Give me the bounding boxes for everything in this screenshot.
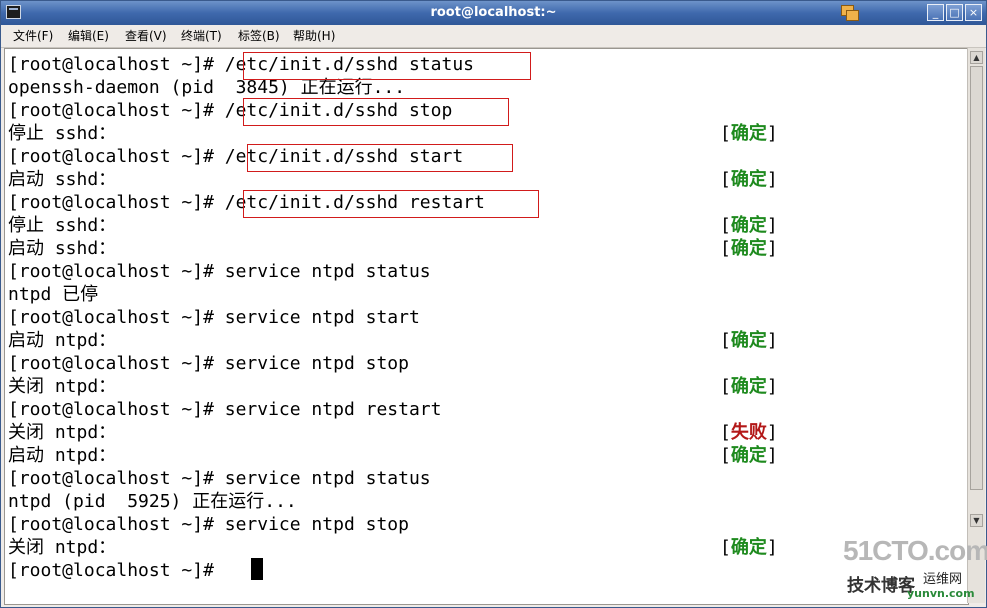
status-bracket: ] (766, 537, 778, 558)
status-text: 确定 (730, 215, 767, 236)
terminal-line: [root@localhost ~]# service ntpd stop (8, 514, 409, 535)
vertical-scrollbar[interactable]: ▲ ▼ (967, 48, 985, 603)
terminal-output[interactable]: [root@localhost ~]# /etc/init.d/sshd sta… (4, 48, 969, 605)
terminal-line: 启动 sshd： (8, 169, 117, 190)
status-bracket: ] (766, 215, 778, 236)
status-bracket: [ (720, 215, 731, 236)
terminal-line: ntpd 已停 (8, 284, 99, 305)
close-icon[interactable]: × (965, 4, 982, 21)
status-bracket: [ (720, 422, 731, 443)
status-badge: [确定] (720, 444, 778, 467)
status-bracket: [ (720, 238, 731, 259)
menu-file[interactable]: 文件(F) (13, 25, 53, 47)
status-bracket: ] (766, 422, 778, 443)
terminal-line: 启动 ntpd： (8, 330, 117, 351)
highlight-sshd-stop (243, 98, 509, 126)
status-badge: [确定] (720, 329, 778, 352)
menu-bar: 文件(F) 编辑(E) 查看(V) 终端(T) 标签(B) 帮助(H) (1, 25, 986, 48)
watermark-sub: 技术博客 (847, 576, 915, 596)
status-bracket: ] (766, 376, 778, 397)
terminal-line: [root@localhost ~]# (8, 560, 225, 581)
terminal-line: 启动 ntpd： (8, 445, 117, 466)
terminal-line: 关闭 ntpd： (8, 537, 117, 558)
menu-terminal[interactable]: 终端(T) (181, 25, 222, 47)
status-bracket: ] (766, 169, 778, 190)
terminal-line: 关闭 ntpd： (8, 376, 117, 397)
status-badge: [失败] (720, 421, 778, 444)
status-badge: [确定] (720, 168, 778, 191)
status-text: 确定 (730, 376, 767, 397)
status-bracket: [ (720, 123, 731, 144)
status-text: 确定 (730, 330, 767, 351)
maximize-icon[interactable]: □ (946, 4, 963, 21)
menu-view[interactable]: 查看(V) (125, 25, 167, 47)
window-stack-icon[interactable] (839, 4, 861, 22)
scroll-up-icon[interactable]: ▲ (970, 51, 983, 64)
status-bracket: ] (766, 445, 778, 466)
status-bracket: [ (720, 445, 731, 466)
status-badge: [确定] (720, 214, 778, 237)
scrollbar-thumb[interactable] (970, 66, 983, 490)
status-badge: [确定] (720, 237, 778, 260)
terminal-line: [root@localhost ~]# service ntpd start (8, 307, 420, 328)
terminal-line: [root@localhost ~]# service ntpd stop (8, 353, 409, 374)
status-bracket: ] (766, 238, 778, 259)
terminal-line: 停止 sshd： (8, 123, 117, 144)
status-bracket: [ (720, 537, 731, 558)
terminal-line: [root@localhost ~]# service ntpd restart (8, 399, 442, 420)
status-badge: [确定] (720, 375, 778, 398)
highlight-sshd-start (247, 144, 513, 172)
status-bracket: [ (720, 330, 731, 351)
terminal-line: ntpd (pid 5925) 正在运行... (8, 491, 297, 512)
highlight-sshd-restart (243, 190, 539, 218)
terminal-cursor (251, 558, 263, 580)
terminal-line: [root@localhost ~]# service ntpd status (8, 261, 431, 282)
status-bracket: ] (766, 330, 778, 351)
status-text: 确定 (730, 445, 767, 466)
status-bracket: ] (766, 123, 778, 144)
status-text: 失败 (730, 422, 767, 443)
minimize-icon[interactable]: _ (927, 4, 944, 21)
status-text: 确定 (730, 537, 767, 558)
menu-tabs[interactable]: 标签(B) (238, 25, 280, 47)
status-badge: [确定] (720, 122, 778, 145)
terminal-line: 启动 sshd： (8, 238, 117, 259)
highlight-sshd-status (243, 52, 531, 80)
terminal-line: 停止 sshd： (8, 215, 117, 236)
status-bracket: [ (720, 169, 731, 190)
status-badge: [确定] (720, 536, 778, 559)
menu-help[interactable]: 帮助(H) (293, 25, 335, 47)
status-text: 确定 (730, 123, 767, 144)
status-bracket: [ (720, 376, 731, 397)
menu-edit[interactable]: 编辑(E) (68, 25, 109, 47)
terminal-window: root@localhost:~ _ □ × 文件(F) 编辑(E) 查看(V)… (0, 0, 987, 608)
scroll-down-icon[interactable]: ▼ (970, 514, 983, 527)
title-bar[interactable]: root@localhost:~ _ □ × (1, 1, 986, 25)
terminal-line: 关闭 ntpd： (8, 422, 117, 443)
watermark-site: 运维网 (923, 572, 963, 587)
terminal-line: [root@localhost ~]# service ntpd status (8, 468, 431, 489)
watermark-brand: 51CTO.com (843, 535, 987, 566)
watermark-url: yunvn.com (907, 587, 975, 600)
status-text: 确定 (730, 169, 767, 190)
watermark: 51CTO.com 技术博客 运维网 yunvn.com (843, 535, 987, 605)
status-text: 确定 (730, 238, 767, 259)
